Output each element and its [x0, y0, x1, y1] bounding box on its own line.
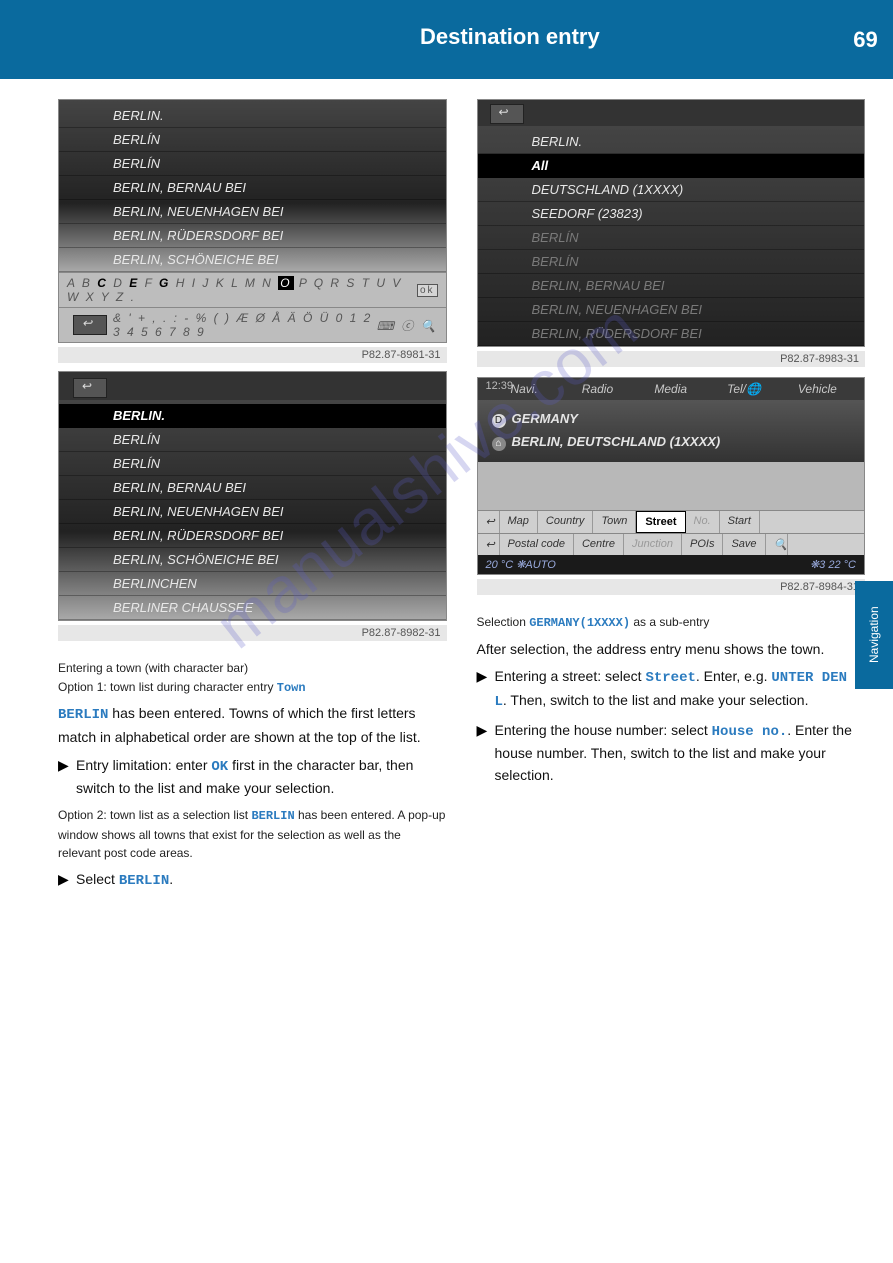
keyboard-row-2[interactable]: & ' + , . : - % ( ) Æ Ø Å Ä Ö Ü 0 1 2 3 … — [59, 307, 446, 342]
list-item[interactable]: BERLIN, NEUENHAGEN BEI — [59, 500, 446, 524]
list-item[interactable]: BERLIN. — [59, 404, 446, 428]
list-item: BERLÍN — [478, 250, 865, 274]
status-right: ❋3 22 °C — [810, 558, 856, 571]
search-icon[interactable]: 🔍 — [766, 534, 788, 555]
list-item[interactable]: BERLÍN — [59, 128, 446, 152]
screenshot-town-subselect: BERLIN. All DEUTSCHLAND (1XXXX) SEEDORF … — [477, 99, 866, 347]
town-list-a: BERLIN. BERLÍN BERLÍN BERLIN, BERNAU BEI… — [59, 100, 446, 272]
list-item[interactable]: BERLIN, SCHÖNEICHE BEI — [59, 548, 446, 572]
status-left: 20 °C ❋AUTO — [486, 558, 556, 571]
list-item[interactable]: BERLINCHEN — [59, 572, 446, 596]
map-grid — [478, 462, 865, 510]
map-button[interactable]: Map — [500, 511, 538, 533]
street-button[interactable]: Street — [636, 511, 685, 533]
keyboard-extra-icons[interactable]: ⌨ ⓒ 🔍 — [377, 317, 438, 334]
list-item[interactable]: BERLINER CHAUSSEE — [59, 596, 446, 620]
status-bar: 20 °C ❋AUTO ❋3 22 °C — [478, 555, 865, 574]
tab-radio[interactable]: Radio — [561, 382, 634, 396]
page-header: Destination entry 69 — [0, 0, 893, 79]
ok-key[interactable]: ok — [417, 284, 438, 297]
side-tab-navigation: Navigation — [855, 581, 893, 689]
junction-button[interactable]: Junction — [624, 534, 682, 555]
address-info: DGERMANY ⌂BERLIN, DEUTSCHLAND (1XXXX) — [478, 400, 865, 462]
instruction-step: ▶ Select BERLIN. — [58, 869, 447, 893]
list-item: BERLIN, NEUENHAGEN BEI — [478, 298, 865, 322]
list-item[interactable]: DEUTSCHLAND (1XXXX) — [478, 178, 865, 202]
town-list-b: BERLIN. BERLÍN BERLÍN BERLIN, BERNAU BEI… — [59, 400, 446, 620]
left-body-text: Entering a town (with character bar) Opt… — [58, 659, 447, 892]
tab-media[interactable]: Media — [634, 382, 707, 396]
list-item[interactable]: BERLÍN — [59, 452, 446, 476]
country-badge: D — [492, 414, 506, 428]
pois-button[interactable]: POIs — [682, 534, 723, 555]
right-body-text: Selection GERMANY(1XXXX) as a sub-entry … — [477, 613, 866, 787]
back-icon[interactable] — [490, 104, 524, 124]
screenshot-town-charbar: BERLIN. BERLÍN BERLÍN BERLIN, BERNAU BEI… — [58, 99, 447, 343]
figure-caption: P82.87-8981-31 — [58, 347, 447, 363]
postalcode-button[interactable]: Postal code — [500, 534, 574, 555]
list-item[interactable]: BERLIN. — [478, 130, 865, 154]
back-icon[interactable]: ↩ — [478, 534, 500, 555]
para: BERLIN has been entered. Towns of which … — [58, 703, 447, 748]
instruction-step: ▶ Entry limitation: enter OK first in th… — [58, 755, 447, 800]
tab-vehicle[interactable]: Vehicle — [781, 382, 854, 396]
caption-para: Entering a town (with character bar) Opt… — [58, 659, 447, 697]
list-item[interactable]: SEEDORF (23823) — [478, 202, 865, 226]
figure-caption: P82.87-8984-31 — [477, 579, 866, 595]
sub-list-c: BERLIN. All DEUTSCHLAND (1XXXX) SEEDORF … — [478, 126, 865, 346]
list-item[interactable]: BERLÍN — [59, 152, 446, 176]
instruction-step: ▶ Entering the house number: select Hous… — [477, 720, 866, 787]
town-button[interactable]: Town — [593, 511, 636, 533]
screenshot-town-list: BERLIN. BERLÍN BERLÍN BERLIN, BERNAU BEI… — [58, 371, 447, 621]
list-item[interactable]: BERLÍN — [59, 428, 446, 452]
screenshot-address-menu: 12:39 Navi. Radio Media Tel/🌐 Vehicle DG… — [477, 377, 866, 575]
no-button[interactable]: No. — [686, 511, 720, 533]
address-row-2: ↩ Postal code Centre Junction POIs Save … — [478, 533, 865, 555]
top-tabs: Navi. Radio Media Tel/🌐 Vehicle — [478, 378, 865, 400]
tab-tel[interactable]: Tel/🌐 — [707, 382, 780, 396]
keyboard-row-1[interactable]: A B C D E F G H I J K L M N O P Q R S T … — [59, 272, 446, 307]
page-number-tab: 69 — [838, 0, 893, 79]
clock: 12:39 — [486, 380, 514, 392]
list-item: BERLÍN — [478, 226, 865, 250]
list-item[interactable]: BERLIN, RÜDERSDORF BEI — [59, 224, 446, 248]
list-item[interactable]: BERLIN, BERNAU BEI — [59, 176, 446, 200]
list-item[interactable]: BERLIN, NEUENHAGEN BEI — [59, 200, 446, 224]
address-row-1: ↩ Map Country Town Street No. Start — [478, 510, 865, 533]
figure-caption: P82.87-8982-31 — [58, 625, 447, 641]
para: After selection, the address entry menu … — [477, 639, 866, 661]
list-item[interactable]: All — [478, 154, 865, 178]
list-item: BERLIN, RÜDERSDORF BEI — [478, 322, 865, 346]
town-icon: ⌂ — [492, 437, 506, 451]
back-icon[interactable] — [73, 315, 107, 335]
caption-para: Selection GERMANY(1XXXX) as a sub-entry — [477, 613, 866, 633]
list-item: BERLIN, BERNAU BEI — [478, 274, 865, 298]
country-button[interactable]: Country — [538, 511, 594, 533]
caption-para: Option 2: town list as a selection list … — [58, 806, 447, 863]
list-item[interactable]: BERLIN, BERNAU BEI — [59, 476, 446, 500]
start-button[interactable]: Start — [720, 511, 760, 533]
centre-button[interactable]: Centre — [574, 534, 624, 555]
instruction-step: ▶ Entering a street: select Street. Ente… — [477, 666, 866, 713]
save-button[interactable]: Save — [723, 534, 765, 555]
figure-caption: P82.87-8983-31 — [477, 351, 866, 367]
header-title: Destination entry — [0, 0, 893, 50]
back-icon[interactable]: ↩ — [478, 511, 500, 533]
list-item[interactable]: BERLIN. — [59, 104, 446, 128]
list-item[interactable]: BERLIN, RÜDERSDORF BEI — [59, 524, 446, 548]
back-icon[interactable] — [73, 378, 107, 398]
list-item[interactable]: BERLIN, SCHÖNEICHE BEI — [59, 248, 446, 272]
